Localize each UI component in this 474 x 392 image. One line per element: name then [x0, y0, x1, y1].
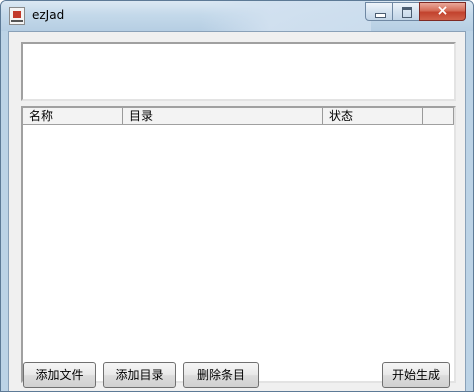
start-generate-button[interactable]: 开始生成 [382, 362, 450, 388]
maximize-button[interactable] [392, 2, 420, 21]
app-icon-stripe [11, 20, 23, 22]
app-window: ezJad × 名称 目录 状态 添加文件 添加目录 删除条目 开始生成 [0, 0, 474, 392]
column-header-status[interactable]: 状态 [323, 108, 423, 124]
list-header: 名称 目录 状态 [23, 108, 454, 125]
file-list[interactable]: 名称 目录 状态 [21, 106, 456, 383]
close-icon: × [436, 3, 449, 19]
client-area: 名称 目录 状态 添加文件 添加目录 删除条目 开始生成 [8, 31, 466, 391]
minimize-button[interactable] [365, 2, 393, 21]
column-header-name[interactable]: 名称 [23, 108, 123, 124]
close-button[interactable]: × [419, 2, 466, 21]
title-bar-background [201, 1, 371, 31]
delete-entry-button[interactable]: 删除条目 [183, 362, 259, 388]
log-textarea[interactable] [21, 42, 456, 101]
column-header-filler [423, 108, 454, 124]
maximize-icon [402, 7, 412, 18]
app-icon[interactable] [9, 7, 25, 25]
add-file-button[interactable]: 添加文件 [23, 362, 96, 388]
minimize-icon [375, 13, 386, 18]
title-bar[interactable]: ezJad × [1, 1, 473, 31]
column-header-directory[interactable]: 目录 [123, 108, 323, 124]
app-icon-glyph [13, 11, 21, 18]
window-title: ezJad [32, 8, 65, 22]
add-directory-button[interactable]: 添加目录 [103, 362, 176, 388]
